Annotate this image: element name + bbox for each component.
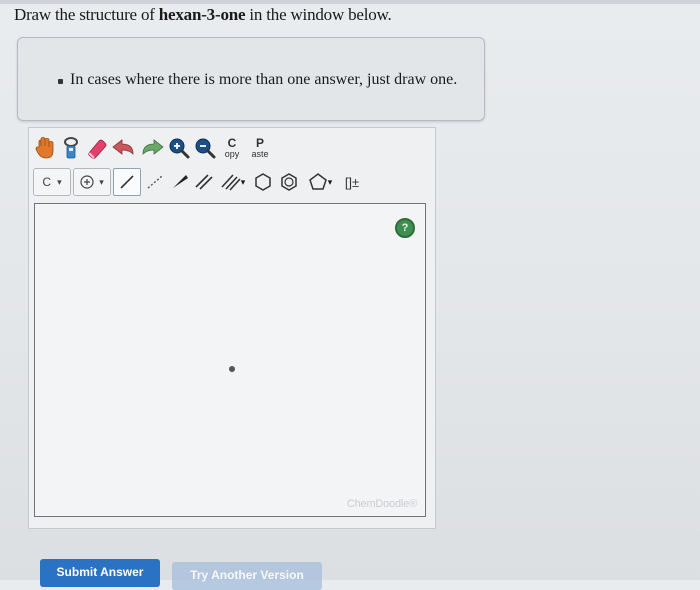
hint-bullet-icon xyxy=(58,79,63,84)
chevron-down-icon: ▾ xyxy=(240,176,246,187)
hint-text: In cases where there is more than one an… xyxy=(70,71,458,88)
lasso-tool-icon[interactable] xyxy=(59,134,83,162)
question-suffix: in the window below. xyxy=(245,5,392,24)
zoom-in-icon[interactable] xyxy=(167,134,191,162)
bracket-tool-label: []± xyxy=(344,174,360,190)
submit-answer-button[interactable]: Submit Answer xyxy=(40,559,160,587)
canvas-center-dot xyxy=(229,366,235,372)
toolbar-row-2: C ▾ ▾ ▾ ▾ []± xyxy=(33,166,367,198)
chevron-down-icon: ▾ xyxy=(327,176,333,187)
help-icon[interactable]: ? xyxy=(395,218,415,238)
element-selector-dropdown[interactable]: C ▾ xyxy=(33,168,71,196)
redo-icon[interactable] xyxy=(139,134,165,162)
paste-button[interactable]: P aste xyxy=(247,134,273,162)
charge-plus-icon xyxy=(80,175,94,189)
chevron-down-icon: ▾ xyxy=(99,176,104,187)
triple-bond-tool-icon[interactable]: ▾ xyxy=(217,168,249,196)
bracket-tool-icon[interactable]: []± xyxy=(339,168,365,196)
chemdoodle-watermark: ChemDoodle® xyxy=(346,498,417,510)
double-bond-tool-icon[interactable] xyxy=(193,168,215,196)
eraser-tool-icon[interactable] xyxy=(85,134,109,162)
question-prefix: Draw the structure of xyxy=(14,5,159,24)
question-prompt: Draw the structure of hexan-3-one in the… xyxy=(14,5,392,25)
zoom-out-icon[interactable] xyxy=(193,134,217,162)
element-selector-value: C xyxy=(42,175,52,189)
drawing-canvas[interactable]: ? ChemDoodle® xyxy=(34,203,426,517)
toolbar-row-1: C opy P aste xyxy=(33,132,275,164)
submit-answer-label: Submit Answer xyxy=(56,565,144,579)
single-bond-tool-icon[interactable] xyxy=(113,168,141,196)
copy-button[interactable]: C opy xyxy=(219,134,245,162)
top-divider xyxy=(0,0,700,4)
hint-box: In cases where there is more than one an… xyxy=(17,37,485,121)
chemdoodle-sketcher: C opy P aste C ▾ ▾ ▾ ▾ []± ? ChemDoodle® xyxy=(28,127,436,529)
wedge-bond-tool-icon[interactable] xyxy=(169,168,191,196)
copy-button-letter: C xyxy=(227,136,237,150)
paste-button-letter: P xyxy=(255,136,264,150)
paste-button-label: aste xyxy=(251,149,269,159)
charge-selector-dropdown[interactable]: ▾ xyxy=(73,168,111,196)
copy-button-label: opy xyxy=(224,149,240,159)
benzene-tool-icon[interactable] xyxy=(277,168,301,196)
cyclopentane-tool-icon[interactable]: ▾ xyxy=(303,168,337,196)
try-another-version-button[interactable]: Try Another Version xyxy=(172,562,322,590)
undo-icon[interactable] xyxy=(111,134,137,162)
cyclohexane-tool-icon[interactable] xyxy=(251,168,275,196)
hand-tool-icon[interactable] xyxy=(33,134,57,162)
help-icon-symbol: ? xyxy=(401,222,409,234)
chevron-down-icon: ▾ xyxy=(57,176,62,187)
compound-name: hexan-3-one xyxy=(158,5,246,24)
wavy-bond-tool-icon[interactable] xyxy=(143,168,167,196)
